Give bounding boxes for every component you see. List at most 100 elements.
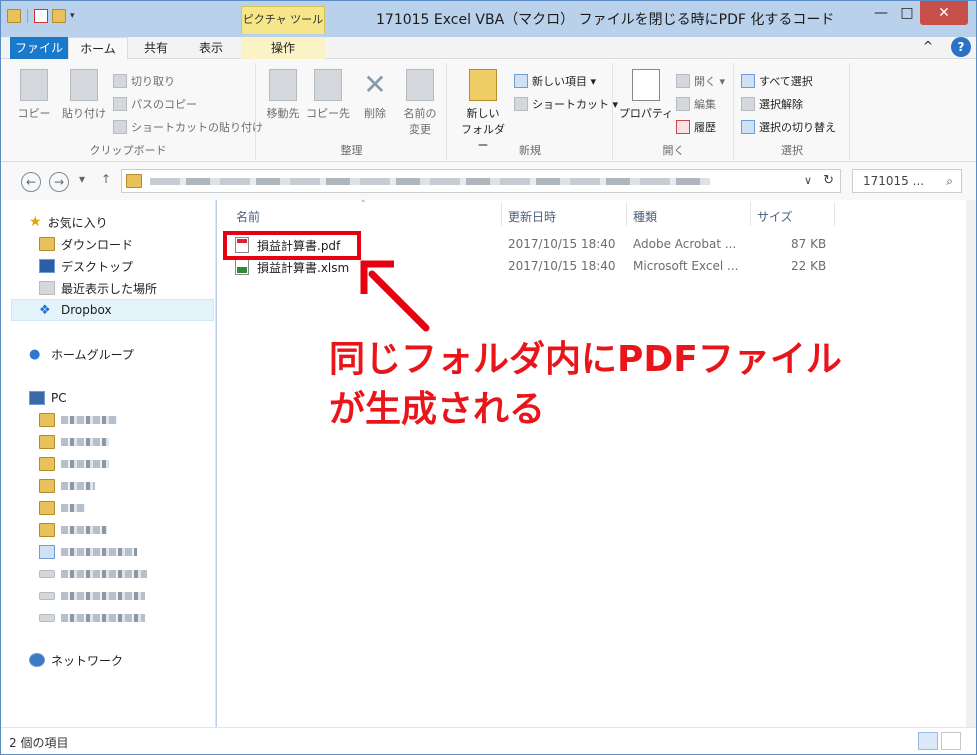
new-item-icon: [514, 74, 528, 88]
paste-shortcut-button[interactable]: ショートカットの貼り付け: [113, 119, 263, 135]
tab-file[interactable]: ファイル: [10, 37, 68, 59]
folder-icon: [39, 457, 55, 471]
easy-access-button[interactable]: ショートカット ▾: [514, 96, 618, 112]
column-header-type[interactable]: 種類: [633, 208, 657, 225]
paste-label: 貼り付け: [62, 107, 106, 120]
tab-view[interactable]: 表示: [186, 37, 236, 59]
copy-path-button[interactable]: パスのコピー: [113, 96, 197, 112]
path-folder-icon: [126, 174, 142, 188]
column-separator[interactable]: [750, 202, 751, 226]
column-header-modified[interactable]: 更新日時: [508, 208, 556, 225]
nav-item-homegroup[interactable]: ● ホームグループ: [29, 344, 134, 364]
nav-item-pc-folder[interactable]: [39, 476, 95, 496]
paste-button[interactable]: 貼り付け: [59, 69, 109, 121]
edit-button[interactable]: 編集: [676, 96, 716, 112]
rename-button[interactable]: 名前の 変更: [397, 69, 443, 137]
excel-file-icon: [235, 259, 249, 275]
homegroup-icon: ●: [29, 347, 41, 362]
invert-selection-button[interactable]: 選択の切り替え: [741, 119, 836, 135]
nav-item-pc-folder[interactable]: [39, 498, 85, 518]
column-header-size[interactable]: サイズ: [757, 208, 793, 225]
refresh-button[interactable]: ↻: [823, 173, 834, 188]
nav-item-pc-folder[interactable]: [39, 454, 109, 474]
network-drive-icon: [39, 592, 55, 600]
forward-button[interactable]: →: [49, 172, 69, 192]
qat-customize-icon[interactable]: ▾: [70, 11, 75, 21]
folder-icon: [39, 435, 55, 449]
title-bar: ▾ ピクチャ ツール 171015 Excel VBA（マクロ） ファイルを閉じ…: [1, 1, 976, 37]
network-drive-icon: [39, 614, 55, 622]
copy-button[interactable]: コピー: [11, 69, 57, 121]
shortcut-label: ショートカット ▾: [532, 98, 619, 111]
blurred-path: [150, 178, 710, 185]
sort-ascending-icon: ˄: [361, 200, 366, 210]
address-input[interactable]: ∨ ↻: [121, 169, 841, 193]
nav-item-network[interactable]: ネットワーク: [29, 650, 123, 670]
picture-tools-header: ピクチャ ツール: [241, 6, 325, 34]
copy-to-button[interactable]: コピー先: [305, 69, 351, 121]
properties-icon[interactable]: [34, 9, 48, 23]
search-icon[interactable]: ⌕: [946, 170, 953, 192]
nav-item-pc-folder[interactable]: [39, 432, 109, 452]
cut-button[interactable]: 切り取り: [113, 73, 175, 89]
folder-icon[interactable]: [7, 9, 21, 23]
new-folder-button[interactable]: 新しい フォルダー: [456, 69, 510, 153]
nav-item-dropbox[interactable]: ❖ Dropbox: [39, 300, 112, 320]
search-input[interactable]: 171015 ... ⌕: [852, 169, 962, 193]
folder-icon: [39, 501, 55, 515]
select-all-button[interactable]: すべて選択: [741, 73, 813, 89]
file-type: Microsoft Excel ...: [633, 259, 739, 273]
up-button[interactable]: ↑: [101, 172, 111, 186]
column-header-name[interactable]: 名前: [236, 208, 260, 225]
new-folder-icon[interactable]: [52, 9, 66, 23]
nav-item-pc[interactable]: PC: [29, 388, 67, 408]
column-separator[interactable]: [834, 202, 835, 226]
nav-item-favorites[interactable]: ★ お気に入り: [29, 212, 108, 232]
blurred-label: [61, 548, 137, 556]
invert-selection-label: 選択の切り替え: [759, 121, 836, 134]
new-item-button[interactable]: 新しい項目 ▾: [514, 73, 596, 89]
file-modified: 2017/10/15 18:40: [508, 259, 616, 273]
tab-share[interactable]: 共有: [131, 37, 181, 59]
large-icons-view-button[interactable]: [941, 732, 961, 750]
star-icon: ★: [29, 214, 42, 230]
nav-item-drive[interactable]: [39, 542, 137, 562]
nav-item-pc-folder[interactable]: [39, 520, 107, 540]
properties-button[interactable]: プロパティ: [618, 69, 674, 121]
maximize-button[interactable]: □: [894, 1, 920, 25]
clipboard-group: コピー 貼り付け 切り取り パスのコピー ショートカットの貼り付け クリップボー…: [1, 63, 263, 160]
move-to-button[interactable]: 移動先: [261, 69, 305, 121]
delete-button[interactable]: ✕ 削除: [355, 69, 395, 121]
minimize-button[interactable]: —: [868, 1, 894, 25]
details-view-button[interactable]: [918, 732, 938, 750]
nav-item-recent-places[interactable]: 最近表示した場所: [39, 278, 157, 298]
nav-item-desktop[interactable]: デスクトップ: [39, 256, 133, 276]
vertical-scrollbar[interactable]: [966, 200, 976, 727]
nav-item-pc-folder[interactable]: [39, 410, 117, 430]
select-none-button[interactable]: 選択解除: [741, 96, 803, 112]
help-icon[interactable]: ?: [951, 37, 971, 57]
tab-home[interactable]: ホーム: [68, 37, 128, 59]
item-count: 2 個の項目: [9, 736, 69, 750]
column-separator[interactable]: [501, 202, 502, 226]
clipboard-group-label: クリップボード: [89, 144, 167, 157]
blurred-label: [61, 526, 107, 534]
address-dropdown-button[interactable]: ∨: [804, 174, 812, 187]
recent-locations-button[interactable]: ▾: [79, 172, 85, 186]
nav-item-network-drive[interactable]: [39, 586, 145, 606]
back-button[interactable]: ←: [21, 172, 41, 192]
tab-picture-operate[interactable]: 操作: [241, 37, 325, 59]
nav-label-recent-places: 最近表示した場所: [61, 281, 158, 296]
blurred-label: [61, 592, 145, 600]
history-button[interactable]: 履歴: [676, 119, 716, 135]
status-bar: 2 個の項目: [1, 727, 976, 754]
nav-item-downloads[interactable]: ダウンロード: [39, 234, 133, 254]
nav-item-network-drive[interactable]: [39, 564, 147, 584]
column-separator[interactable]: [626, 202, 627, 226]
open-button[interactable]: 開く ▾: [676, 73, 725, 89]
nav-item-network-drive[interactable]: [39, 608, 145, 628]
invert-selection-icon: [741, 120, 755, 134]
ribbon-expand-icon[interactable]: ^: [923, 39, 933, 53]
annotation-text: 同じフォルダ内にPDFファイル が生成される: [329, 339, 842, 430]
close-button[interactable]: ✕: [920, 1, 968, 25]
